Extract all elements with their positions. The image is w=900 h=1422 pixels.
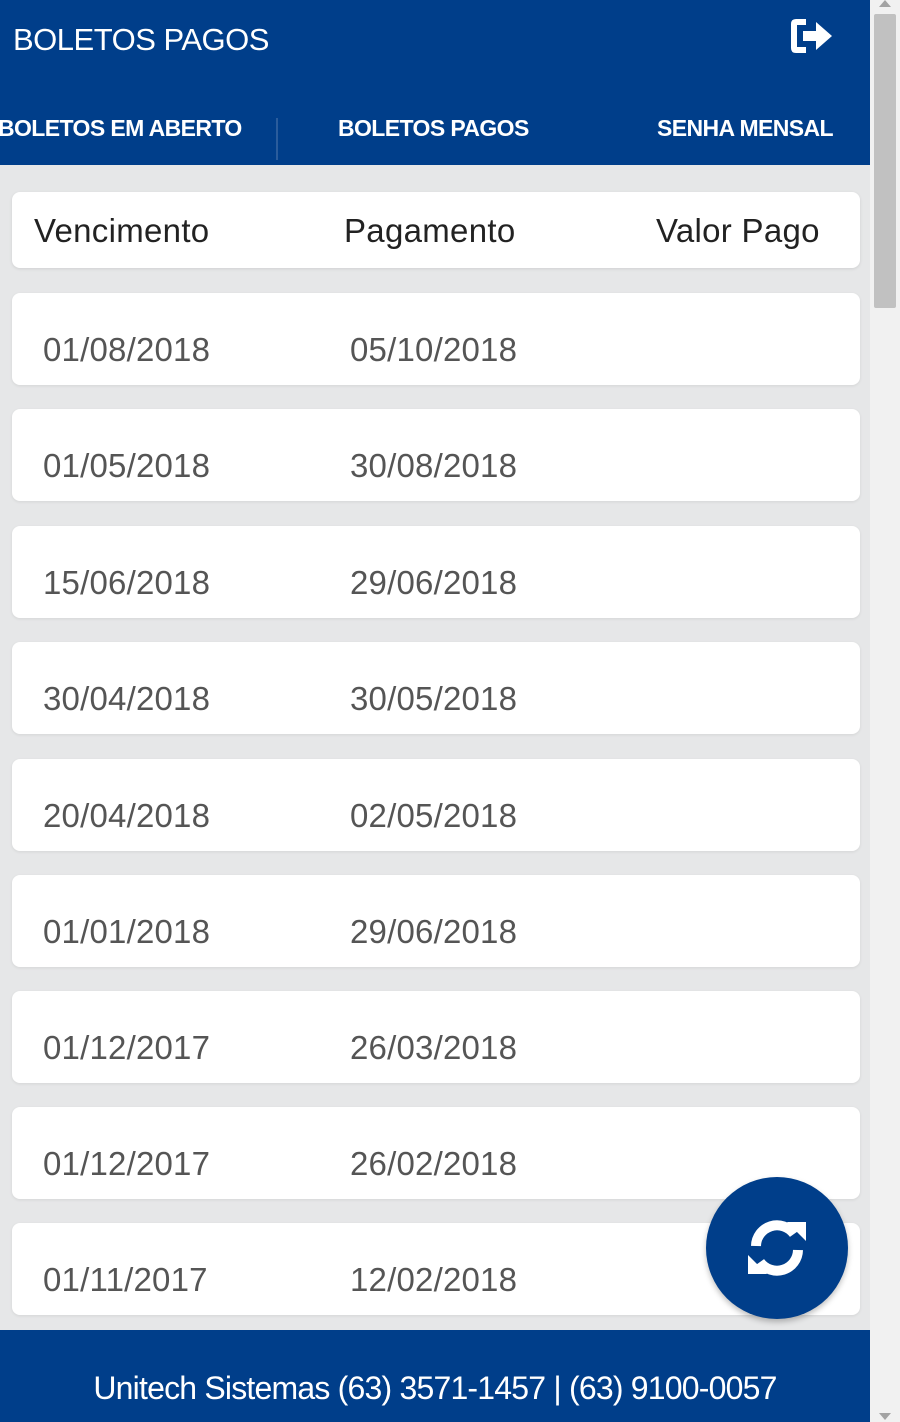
table-row[interactable]: 30/04/2018 30/05/2018 xyxy=(12,642,860,734)
row-vencimento: 01/12/2017 xyxy=(43,1145,211,1182)
table-row[interactable]: 20/04/2018 02/05/2018 xyxy=(12,759,860,851)
row-vencimento: 01/12/2017 xyxy=(43,1029,211,1066)
vertical-scrollbar[interactable] xyxy=(870,0,900,1422)
footer-contact: Unitech Sistemas (63) 3571-1457 | (63) 9… xyxy=(0,1330,870,1422)
row-pagamento: 26/02/2018 xyxy=(350,1145,518,1182)
row-pagamento: 26/03/2018 xyxy=(350,1029,518,1066)
tab-bar: BOLETOS EM ABERTO BOLETOS PAGOS SENHA ME… xyxy=(0,100,870,162)
app-screen: BOLETOS PAGOS BOLETOS EM ABERTO BOLETOS … xyxy=(0,0,870,1422)
table-row[interactable]: 01/05/2018 30/08/2018 xyxy=(12,409,860,501)
tab-senha-mensal[interactable]: SENHA MENSAL xyxy=(657,100,834,162)
top-app-bar: BOLETOS PAGOS BOLETOS EM ABERTO BOLETOS … xyxy=(0,0,870,165)
row-pagamento: 05/10/2018 xyxy=(350,331,518,368)
row-vencimento: 01/11/2017 xyxy=(43,1261,208,1298)
table-row[interactable]: 01/01/2018 29/06/2018 xyxy=(12,875,860,967)
row-vencimento: 01/05/2018 xyxy=(43,447,211,484)
column-header-pagamento: Pagamento xyxy=(344,212,516,249)
table-row[interactable]: 01/08/2018 05/10/2018 xyxy=(12,293,860,385)
scroll-up-arrow-icon[interactable] xyxy=(879,0,891,7)
column-header-vencimento: Vencimento xyxy=(34,212,210,249)
row-pagamento: 29/06/2018 xyxy=(350,913,518,950)
table-row[interactable]: 01/12/2017 26/03/2018 xyxy=(12,991,860,1083)
page-title: BOLETOS PAGOS xyxy=(13,22,269,57)
tab-boletos-pagos[interactable]: BOLETOS PAGOS xyxy=(338,100,529,162)
scroll-thumb[interactable] xyxy=(874,14,896,308)
row-pagamento: 02/05/2018 xyxy=(350,797,518,834)
row-vencimento: 01/08/2018 xyxy=(43,331,211,368)
tab-divider xyxy=(276,118,278,160)
table-row[interactable]: 15/06/2018 29/06/2018 xyxy=(12,526,860,618)
table-row[interactable]: 01/12/2017 26/02/2018 xyxy=(12,1107,860,1199)
row-pagamento: 30/08/2018 xyxy=(350,447,518,484)
scroll-down-arrow-icon[interactable] xyxy=(879,1413,891,1420)
row-vencimento: 20/04/2018 xyxy=(43,797,211,834)
row-pagamento: 12/02/2018 xyxy=(350,1261,518,1298)
logout-button[interactable] xyxy=(786,14,836,58)
column-header-valor-pago: Valor Pago xyxy=(656,212,820,249)
tab-boletos-em-aberto[interactable]: BOLETOS EM ABERTO xyxy=(0,100,242,162)
row-pagamento: 30/05/2018 xyxy=(350,680,518,717)
refresh-button[interactable] xyxy=(706,1177,848,1319)
row-pagamento: 29/06/2018 xyxy=(350,564,518,601)
row-vencimento: 15/06/2018 xyxy=(43,564,211,601)
sign-out-icon xyxy=(791,19,832,53)
row-vencimento: 30/04/2018 xyxy=(43,680,211,717)
refresh-icon xyxy=(748,1220,806,1276)
table-header: Vencimento Pagamento Valor Pago xyxy=(12,192,860,268)
row-vencimento: 01/01/2018 xyxy=(43,913,211,950)
